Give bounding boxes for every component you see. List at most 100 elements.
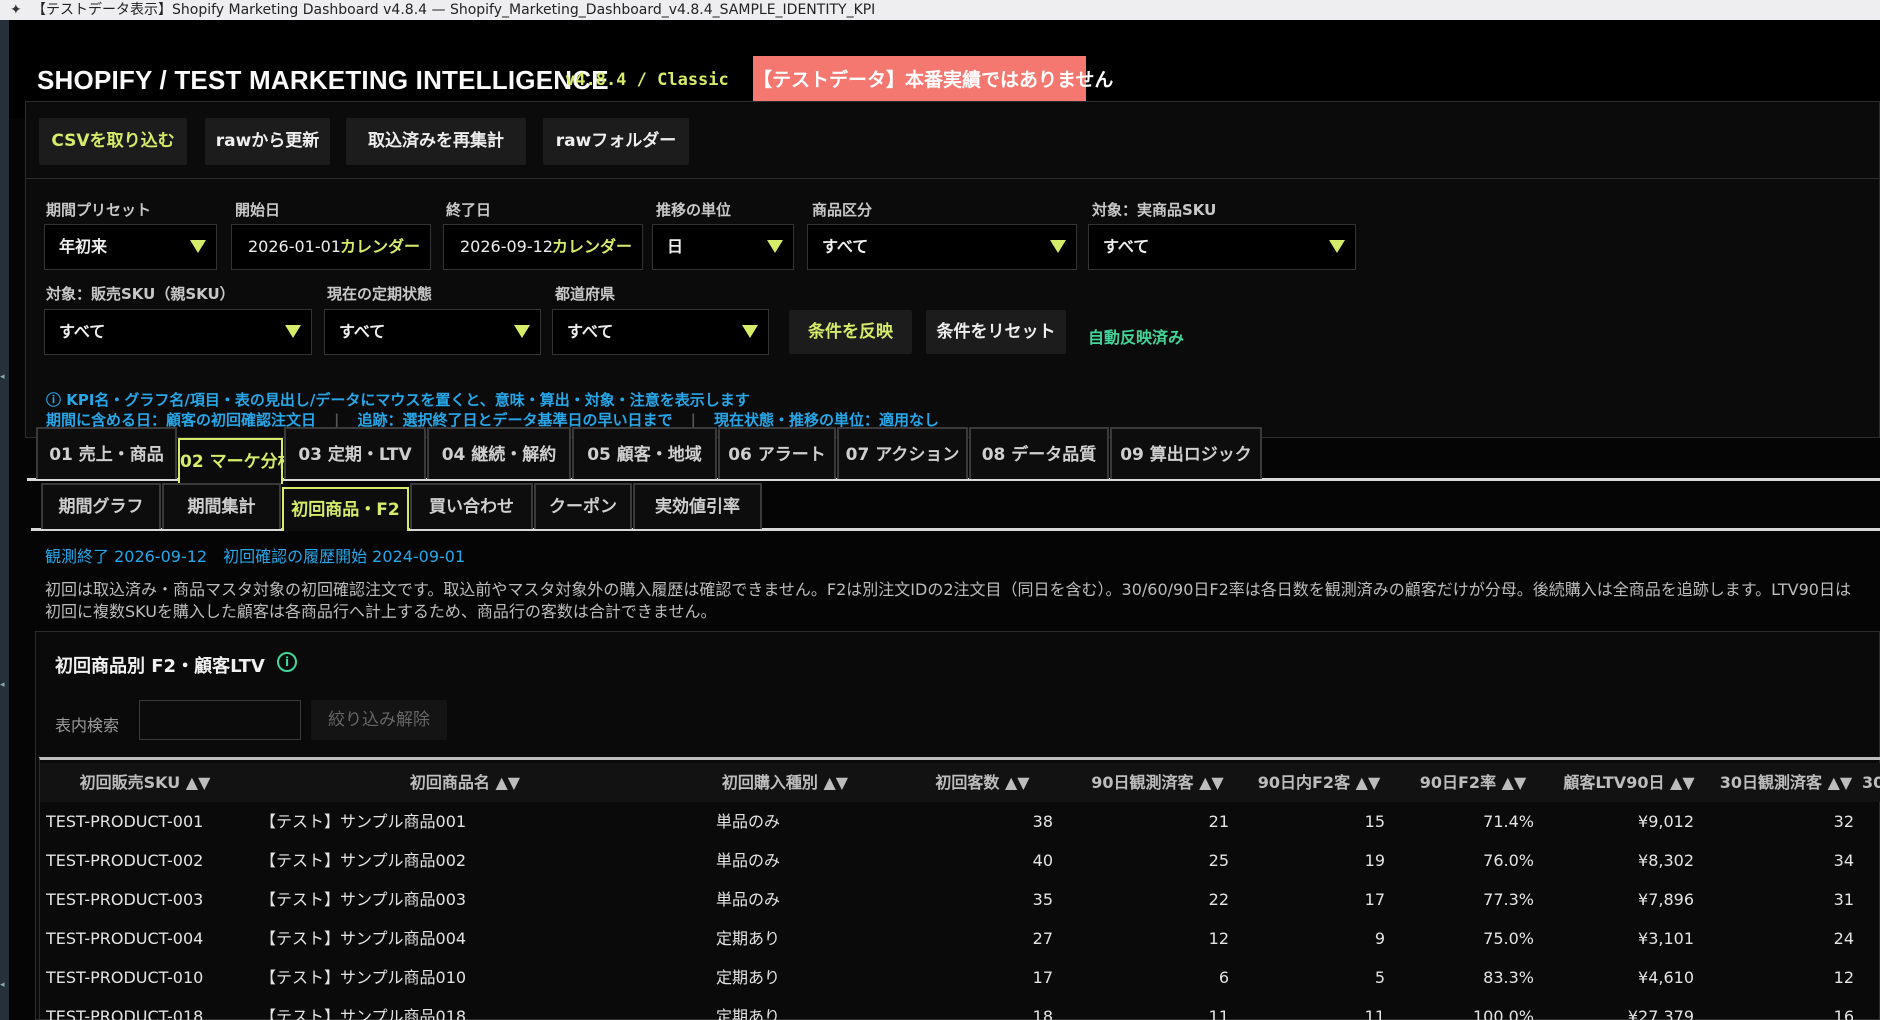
app-title: SHOPIFY / TEST MARKETING INTELLIGENCE (37, 65, 609, 95)
tab-customers-regions[interactable]: 05 顧客・地域 (572, 427, 717, 479)
description-line-2: 初回に複数SKUを購入した顧客は各商品行へ計上するため、商品行の客数は合計できま… (45, 602, 717, 621)
table-cell: 12 (1833, 968, 1854, 987)
table-cell: 定期あり (716, 1007, 781, 1020)
column-header[interactable]: 30日 (1862, 763, 1880, 802)
table-cell: 16 (1833, 1007, 1854, 1020)
table-cell: 11 (1364, 1007, 1385, 1020)
tab-marketing-analysis[interactable]: 02 マーケ分析 (178, 438, 295, 484)
prefecture-label: 都道府県 (555, 285, 616, 303)
reset-filters-button[interactable]: 条件をリセット (926, 310, 1066, 354)
raw-folder-button[interactable]: rawフォルダー (543, 118, 689, 165)
column-header[interactable]: 初回購入種別 ▲▼ (680, 763, 890, 802)
column-header[interactable]: 初回商品名 ▲▼ (250, 763, 680, 802)
column-header[interactable]: 初回販売SKU ▲▼ (40, 763, 250, 802)
table-cell: 定期あり (716, 929, 781, 948)
trend-unit-select[interactable]: 日 (652, 224, 794, 270)
table-search-label: 表内検索 (55, 716, 120, 735)
table-cell: ¥4,610 (1638, 968, 1694, 987)
table-search-input[interactable] (139, 700, 301, 740)
table-cell: 単品のみ (716, 812, 781, 831)
product-category-select[interactable]: すべて (807, 224, 1077, 270)
pin-icon: ✦ (10, 2, 22, 18)
end-date-field[interactable]: 2026-09-12 カレンダー (443, 224, 643, 270)
subtab-period-summary[interactable]: 期間集計 (162, 483, 281, 529)
start-date-calendar-button[interactable]: カレンダー (340, 225, 420, 269)
auto-applied-status: 自動反映済み (1088, 328, 1185, 347)
table-cell: ¥7,896 (1638, 890, 1694, 909)
tab-data-quality[interactable]: 08 データ品質 (969, 427, 1109, 479)
tab-sales-products[interactable]: 01 売上・商品 (36, 427, 177, 479)
table-cell: 【テスト】サンプル商品001 (260, 812, 467, 831)
end-date-value: 2026-09-12 (460, 237, 553, 256)
column-header[interactable]: 初回客数 ▲▼ (890, 763, 1075, 802)
sub-tab-bar: 期間グラフ 期間集計 初回商品・F2 買い合わせ クーポン 実効値引率 (31, 483, 1880, 531)
table-cell: 【テスト】サンプル商品004 (260, 929, 467, 948)
reaggregate-button[interactable]: 取込済みを再集計 (346, 118, 526, 165)
subtab-coupons[interactable]: クーポン (534, 483, 632, 529)
subscription-status-select[interactable]: すべて (324, 309, 541, 355)
table-cell: 71.4% (1483, 812, 1534, 831)
column-header[interactable]: 90日F2率 ▲▼ (1398, 763, 1548, 802)
table-cell: 35 (1032, 890, 1053, 909)
subtab-effective-discount[interactable]: 実効値引率 (633, 483, 762, 529)
table-cell: 31 (1833, 890, 1854, 909)
table-cell: TEST-PRODUCT-010 (46, 968, 204, 987)
subtab-bought-together[interactable]: 買い合わせ (410, 483, 533, 529)
subtab-period-graph[interactable]: 期間グラフ (41, 483, 161, 529)
target-actual-sku-label: 対象：実商品SKU (1092, 201, 1217, 219)
table-row[interactable]: TEST-PRODUCT-002 【テスト】サンプル商品002 単品のみ 40 25 19… (40, 841, 1880, 880)
tab-actions[interactable]: 07 アクション (837, 427, 968, 479)
table-cell: 【テスト】サンプル商品018 (260, 1007, 467, 1020)
trend-unit-label: 推移の単位 (656, 201, 732, 219)
target-sales-sku-select[interactable]: すべて (44, 309, 312, 355)
subtab-first-product-f2[interactable]: 初回商品・F2 (282, 487, 409, 531)
subscription-status-label: 現在の定期状態 (327, 285, 433, 303)
period-preset-select[interactable]: 年初来 (44, 224, 217, 270)
window-title: 【テストデータ表示】Shopify Marketing Dashboard v4… (32, 2, 876, 18)
description-line-1: 初回は取込済み・商品マスタ対象の初回確認注文です。取込前やマスタ対象外の購入履歴… (45, 580, 1851, 599)
column-header[interactable]: 顧客LTV90日 ▲▼ (1548, 763, 1710, 802)
target-actual-sku-select[interactable]: すべて (1088, 224, 1356, 270)
observation-window: 観測終了 2026-09-12 初回確認の履歴開始 2024-09-01 (45, 543, 465, 567)
table-cell: 9 (1374, 929, 1385, 948)
table-row[interactable]: TEST-PRODUCT-001 【テスト】サンプル商品001 単品のみ 38 21 15… (40, 802, 1880, 841)
start-date-field[interactable]: 2026-01-01 カレンダー (231, 224, 431, 270)
update-from-raw-button[interactable]: rawから更新 (205, 118, 330, 165)
prefecture-value: すべて (567, 322, 614, 341)
table-cell: 32 (1833, 812, 1854, 831)
subscription-status-value: すべて (339, 322, 386, 341)
apply-filters-button[interactable]: 条件を反映 (789, 310, 912, 354)
import-csv-button[interactable]: CSVを取り込む (39, 118, 187, 165)
tab-subscription-ltv[interactable]: 03 定期・LTV (284, 427, 426, 479)
table-cell: 38 (1032, 812, 1053, 831)
prefecture-select[interactable]: すべて (552, 309, 769, 355)
period-preset-label: 期間プリセット (46, 201, 152, 219)
table-row[interactable]: TEST-PRODUCT-004 【テスト】サンプル商品004 定期あり 27 12 9 7… (40, 919, 1880, 958)
table-cell: 5 (1374, 968, 1385, 987)
column-header[interactable]: 90日観測済客 ▲▼ (1075, 763, 1240, 802)
chevron-down-icon (190, 240, 206, 253)
table-cell: TEST-PRODUCT-001 (46, 812, 204, 831)
table-row[interactable]: TEST-PRODUCT-018 【テスト】サンプル商品018 定期あり 18 11 11… (40, 997, 1880, 1020)
table-cell: TEST-PRODUCT-003 (46, 890, 204, 909)
table-cell: 25 (1208, 851, 1229, 870)
trend-unit-value: 日 (667, 237, 684, 256)
tab-retention-churn[interactable]: 04 継続・解約 (427, 427, 571, 479)
table-cell: TEST-PRODUCT-002 (46, 851, 204, 870)
test-data-warning-badge: 【テストデータ】本番実績ではありません (753, 56, 1113, 104)
column-header[interactable]: 90日内F2客 ▲▼ (1240, 763, 1398, 802)
tab-alerts[interactable]: 06 アラート (718, 427, 836, 479)
info-icon[interactable]: i (277, 652, 297, 672)
tab-calculation-logic[interactable]: 09 算出ロジック (1110, 427, 1262, 479)
table-cell: 定期あり (716, 968, 781, 987)
table-cell: ¥27,379 (1627, 1007, 1694, 1020)
table-cell: 17 (1032, 968, 1053, 987)
table-row[interactable]: TEST-PRODUCT-010 【テスト】サンプル商品010 定期あり 17 6 5 83… (40, 958, 1880, 997)
table-cell: ¥3,101 (1638, 929, 1694, 948)
column-header[interactable]: 30日観測済客 ▲▼ (1710, 763, 1862, 802)
clear-filter-button[interactable]: 絞り込み解除 (311, 700, 447, 740)
window-titlebar: ✦ 【テストデータ表示】Shopify Marketing Dashboard v… (0, 0, 1880, 20)
edge-mark-icon: ◂ (0, 980, 5, 990)
end-date-calendar-button[interactable]: カレンダー (552, 225, 632, 269)
table-row[interactable]: TEST-PRODUCT-003 【テスト】サンプル商品003 単品のみ 35 22 17… (40, 880, 1880, 919)
